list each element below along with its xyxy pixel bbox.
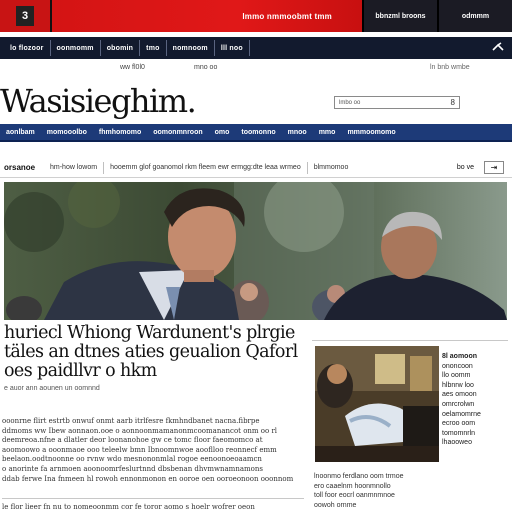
side-line: hlbnrw loo — [442, 381, 474, 389]
search-button[interactable]: 8 — [451, 98, 455, 107]
subnav-right-text[interactable]: bo ve — [457, 164, 474, 171]
search-input[interactable]: lmbo oo 8 — [334, 96, 460, 109]
body-line: ddab ferwe Ina fnmeen hl rowoh ennonmono… — [2, 474, 294, 483]
section-item-4[interactable]: oomonmnroon — [147, 129, 208, 136]
side-line: llo oomm — [442, 372, 471, 380]
headline-line-2: täles an dtnes aties geualion Qaforl — [4, 342, 298, 362]
section-item-3[interactable]: fhmhomomo — [93, 129, 147, 136]
top-link-1[interactable]: bbnzml broons — [362, 0, 437, 32]
subnav-item-2[interactable]: hooemm glof goanomol rkm fleem ewr ermgg… — [106, 164, 305, 171]
side-line: ononcoon — [442, 362, 473, 370]
divider — [312, 340, 508, 341]
utility-row: ww fl0l0 mno oo ln bnb wmbe — [0, 64, 512, 76]
section-item-2[interactable]: momooolbo — [41, 129, 93, 136]
section-item-7[interactable]: mnoo — [282, 129, 313, 136]
side-story-head: 8l aomoon — [442, 353, 478, 360]
subnav-title[interactable]: orsanoe — [0, 163, 46, 172]
util-right[interactable]: ln bnb wmbe — [430, 64, 470, 71]
body-line: deemreoa.nfne a dlatler deor loonanohoe … — [2, 436, 263, 445]
body-line: aoomoowo a ooonmaoe ooo teleelw bmn Ibno… — [2, 445, 277, 454]
headline-line-3: oes paidllvr o hkm — [4, 361, 157, 381]
hero-photo[interactable] — [4, 182, 507, 320]
byline: e auor ann aounen un oomnnd — [4, 385, 100, 392]
section-item-8[interactable]: mmo — [313, 129, 342, 136]
section-item-9[interactable]: mmmoomomo — [341, 129, 401, 136]
section-item-5[interactable]: omo — [209, 129, 236, 136]
article-body: ooonrne flirt estrtb onwuf onmt aarb itr… — [2, 417, 304, 484]
side-line: tomomnrln — [442, 429, 476, 437]
side-line: oelamomrne — [442, 410, 481, 418]
subnav-item-3[interactable]: blmmomoo — [310, 164, 353, 171]
top-right-links: bbnzml broons odmmm — [362, 0, 512, 32]
subnav-item-1[interactable]: hm-how lowom — [46, 164, 101, 171]
divider — [2, 498, 304, 499]
top-left-block[interactable]: 3 — [0, 0, 52, 32]
side-story-text[interactable]: 8l aomoon ononcoon llo oomm hlbnrw loo a… — [442, 352, 508, 448]
util-mid[interactable]: mno oo — [194, 64, 217, 71]
nav-item-6[interactable]: lll noo — [215, 40, 250, 56]
top-banner: 3 lmmo nmmoobmt tmm bbnzml broons odmmm — [0, 0, 512, 32]
section-item-6[interactable]: toomonno — [235, 129, 281, 136]
top-link-2[interactable]: odmmm — [437, 0, 512, 32]
search-placeholder: lmbo oo — [339, 99, 361, 106]
expand-button[interactable]: ⇥ — [484, 161, 504, 174]
body-line: o anorinte fa arnmoen aoonoomrfeslurtnnd… — [2, 464, 263, 473]
caption-line: ero caaelnm hoonmnollo — [314, 482, 391, 490]
side-line: ecroo oom — [442, 420, 476, 428]
masthead: Wasisieghim. lmbo oo 8 — [0, 80, 512, 120]
section-nav: aonlbam momooolbo fhmhomomo oomonmnroon … — [0, 124, 512, 142]
nav-item-5[interactable]: nomnoom — [167, 40, 215, 56]
body-line: ooonrne flirt estrtb onwuf onmt aarb itr… — [2, 417, 260, 425]
body-line: beelaon.oodtnoonne oo rvnw wdo mesnononm… — [2, 455, 262, 464]
subnav-divider — [103, 161, 105, 174]
promo-text: lmmo nmmoobmt tmm — [242, 11, 332, 21]
subnav-right: bo ve ⇥ — [457, 161, 512, 174]
arrow-icon[interactable] — [492, 41, 512, 55]
util-left[interactable]: ww fl0l0 — [120, 64, 145, 71]
top-left-glyph: 3 — [16, 6, 34, 26]
side-story-photo[interactable] — [315, 346, 439, 462]
section-item-1[interactable]: aonlbam — [0, 129, 41, 136]
nav-item-2[interactable]: oonmomm — [51, 40, 101, 56]
site-logo[interactable]: Wasisieghim. — [0, 82, 197, 120]
nav-item-3[interactable]: obomin — [101, 40, 141, 56]
sub-nav: orsanoe hm-how lowom hooemm glof goanomo… — [0, 158, 512, 178]
side-line: omrcrolwn — [442, 400, 475, 408]
subnav-divider — [306, 161, 308, 174]
caption-line: oowoh ornme — [314, 501, 357, 509]
article-headline[interactable]: huriecl Whiong Wardunent's plrgie täles … — [4, 324, 304, 381]
side-line: lhaooweo — [442, 439, 472, 447]
side-caption: lnoonmo ferdlano oom trmoe ero caaelnm h… — [314, 472, 508, 510]
promo-banner[interactable]: lmmo nmmoobmt tmm — [52, 0, 362, 32]
next-story-line[interactable]: le flor lieer fn nu to nomeoonmm cor fe … — [2, 503, 304, 511]
nav-item-4[interactable]: tmo — [140, 40, 167, 56]
side-line: aes omoon — [442, 391, 477, 399]
main-nav: lo flozoor oonmomm obomin tmo nomnoom ll… — [0, 37, 512, 59]
nav-item-1[interactable]: lo flozoor — [4, 40, 51, 56]
caption-line: toll foor eocrl oanmnmnoe — [314, 492, 395, 500]
caption-line: lnoonmo ferdlano oom trmoe — [314, 473, 404, 480]
body-line: ddmoms ww Ibew aonnaon.ooe o aonnoonmama… — [2, 426, 278, 435]
headline-line-1: huriecl Whiong Wardunent's plrgie — [4, 323, 295, 343]
